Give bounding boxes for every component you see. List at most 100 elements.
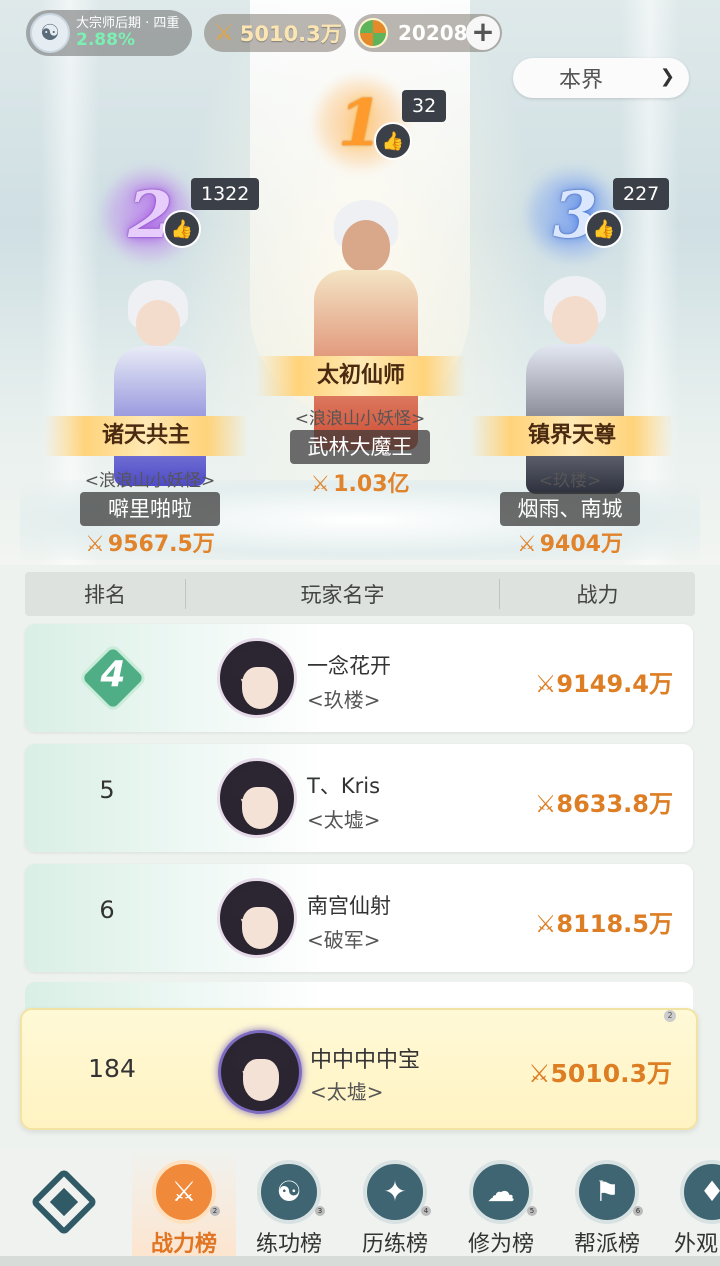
crossed-swords-icon: ⚔ <box>152 1160 216 1224</box>
player-guild: <太墟> <box>310 1080 384 1104</box>
sword-power-icon: ⚔ <box>517 532 537 557</box>
rank-number: 6 <box>99 896 115 924</box>
bottom-edge <box>0 1256 720 1266</box>
tab-appearance-ranking[interactable]: ♦ 外观 <box>660 1150 720 1258</box>
tab-badge: 2 <box>210 1206 220 1216</box>
power-value: 5010.3万 <box>239 22 342 46</box>
cultivator-avatar-icon: ☯ <box>30 13 70 53</box>
add-currency-button[interactable]: + <box>466 16 500 50</box>
rank-1-name: 武林大魔王 <box>290 430 430 464</box>
player-name: 南宫仙射 <box>307 894 391 918</box>
player-name: 中中中中宝 <box>310 1048 421 1073</box>
scope-dropdown[interactable]: 本界 ❯ <box>513 58 689 98</box>
sword-power-icon: ⚔ <box>85 532 105 557</box>
column-header-player: 玩家名字 <box>185 579 500 609</box>
player-guild: <太墟> <box>307 808 381 832</box>
sword-power-icon: ⚔ <box>534 790 557 818</box>
yin-yang-icon: ☯ <box>257 1160 321 1224</box>
jade-coin-icon <box>358 18 388 48</box>
tab-badge: 4 <box>421 1206 431 1216</box>
realm-status[interactable]: ☯ 大宗师后期 · 四重 2.88% <box>26 10 192 56</box>
like-button-rank-2[interactable]: 👍 <box>163 210 201 248</box>
player-power: ⚔8633.8万 <box>534 790 673 818</box>
like-count-rank-3: 227 <box>613 178 670 210</box>
currency-value: 20208 <box>398 21 468 45</box>
like-count-rank-1: 32 <box>402 90 447 122</box>
rank-3-guild: <玖楼> <box>538 471 602 491</box>
tab-label: 修为榜 <box>467 1232 534 1257</box>
column-header-rank: 排名 <box>84 583 126 607</box>
tab-label: 帮派榜 <box>573 1232 640 1257</box>
player-guild: <玖楼> <box>307 688 381 712</box>
sword-power-icon: ⚔ <box>214 20 234 46</box>
banner-icon: ⚑ <box>575 1160 639 1224</box>
column-header-power: 战力 <box>576 583 619 607</box>
table-row[interactable]: 5 T、Kris <太墟> ⚔8633.8万 <box>25 744 693 852</box>
tab-badge: 6 <box>633 1206 643 1216</box>
thumbs-up-icon: 👍 <box>381 130 405 152</box>
rank-2-number: 2 <box>128 178 173 253</box>
sword-power-icon: ⚔ <box>310 472 331 497</box>
player-guild: <破军> <box>307 928 381 952</box>
shuriken-icon: ✦ <box>363 1160 427 1224</box>
notification-badge: 2 <box>664 1010 676 1022</box>
home-diamond-icon[interactable] <box>28 1166 100 1238</box>
avatar[interactable] <box>217 758 297 838</box>
chevron-down-icon: ❯ <box>659 66 675 87</box>
tab-label: 战力榜 <box>150 1232 217 1257</box>
player-figure-rank-3[interactable] <box>510 256 640 496</box>
player-power: ⚔9149.4万 <box>534 670 673 698</box>
avatar[interactable] <box>218 1030 302 1114</box>
rank-number: 5 <box>99 776 115 804</box>
avatar[interactable] <box>217 638 297 718</box>
tab-experience-ranking[interactable]: ✦ 4 历练榜 <box>343 1150 447 1258</box>
appearance-icon: ♦ <box>680 1160 720 1224</box>
power-display: ⚔ 5010.3万 <box>204 14 346 52</box>
tab-cultivation-ranking[interactable]: ☁ 5 修为榜 <box>449 1150 553 1258</box>
rank-3-power: ⚔ 9404万 <box>517 532 623 557</box>
player-power: ⚔8118.5万 <box>534 910 673 938</box>
sword-power-icon: ⚔ <box>534 670 557 698</box>
rank-2-title: 诸天共主 <box>44 416 248 456</box>
top-bar: ☯ 大宗师后期 · 四重 2.88% ⚔ 5010.3万 20208 + <box>0 6 720 56</box>
player-figure-rank-2[interactable] <box>100 270 220 490</box>
tab-badge: 5 <box>527 1206 537 1216</box>
like-button-rank-3[interactable]: 👍 <box>585 210 623 248</box>
tab-badge: 3 <box>315 1206 325 1216</box>
like-count-rank-2: 1322 <box>191 178 260 210</box>
table-header: 排名 玩家名字 战力 <box>25 572 695 616</box>
tab-label: 外观 <box>674 1232 719 1257</box>
thumbs-up-icon: 👍 <box>170 218 194 240</box>
rank-1-guild: <浪浪山小妖怪> <box>294 409 426 429</box>
avatar[interactable] <box>217 878 297 958</box>
tab-guild-ranking[interactable]: ⚑ 6 帮派榜 <box>555 1150 659 1258</box>
rank-2-guild: <浪浪山小妖怪> <box>84 471 216 491</box>
table-row[interactable]: 6 南宫仙射 <破军> ⚔8118.5万 <box>25 864 693 972</box>
like-button-rank-1[interactable]: 👍 <box>374 122 412 160</box>
rank-1-title: 太初仙师 <box>256 356 466 396</box>
rank-2-power: ⚔ 9567.5万 <box>85 532 215 557</box>
rank-3-title: 镇界天尊 <box>470 416 674 456</box>
realm-name: 大宗师后期 · 四重 <box>76 15 180 31</box>
scope-value: 本界 <box>559 68 604 93</box>
rank-2-name: 噼里啪啦 <box>80 492 220 526</box>
rank-badge: 4 <box>81 646 145 710</box>
player-name: T、Kris <box>307 774 381 798</box>
sword-power-icon: ⚔ <box>534 910 557 938</box>
tab-label: 练功榜 <box>255 1232 322 1257</box>
thumbs-up-icon: 👍 <box>592 218 616 240</box>
tab-training-ranking[interactable]: ☯ 3 练功榜 <box>237 1150 341 1258</box>
currency-display: 20208 + <box>354 14 502 52</box>
bottom-navigation: ⚔ 2 战力榜 ☯ 3 练功榜 ✦ 4 历练榜 ☁ 5 修为榜 ⚑ 6 帮派榜 … <box>0 1150 720 1258</box>
realm-progress: 2.88% <box>76 29 135 50</box>
rank-number: 184 <box>88 1054 136 1083</box>
table-row[interactable]: 4 一念花开 <玖楼> ⚔9149.4万 <box>25 624 693 732</box>
tab-label: 历练榜 <box>361 1232 428 1257</box>
player-power: ⚔5010.3万 <box>528 1059 672 1088</box>
rank-1-power: ⚔ 1.03亿 <box>310 472 410 497</box>
tab-power-ranking[interactable]: ⚔ 2 战力榜 <box>132 1150 236 1258</box>
player-name: 一念花开 <box>307 654 391 678</box>
sword-power-icon: ⚔ <box>528 1059 551 1088</box>
self-rank-row[interactable]: 2 184 中中中中宝 <太墟> ⚔5010.3万 <box>20 1008 698 1130</box>
meditation-icon: ☁ <box>469 1160 533 1224</box>
